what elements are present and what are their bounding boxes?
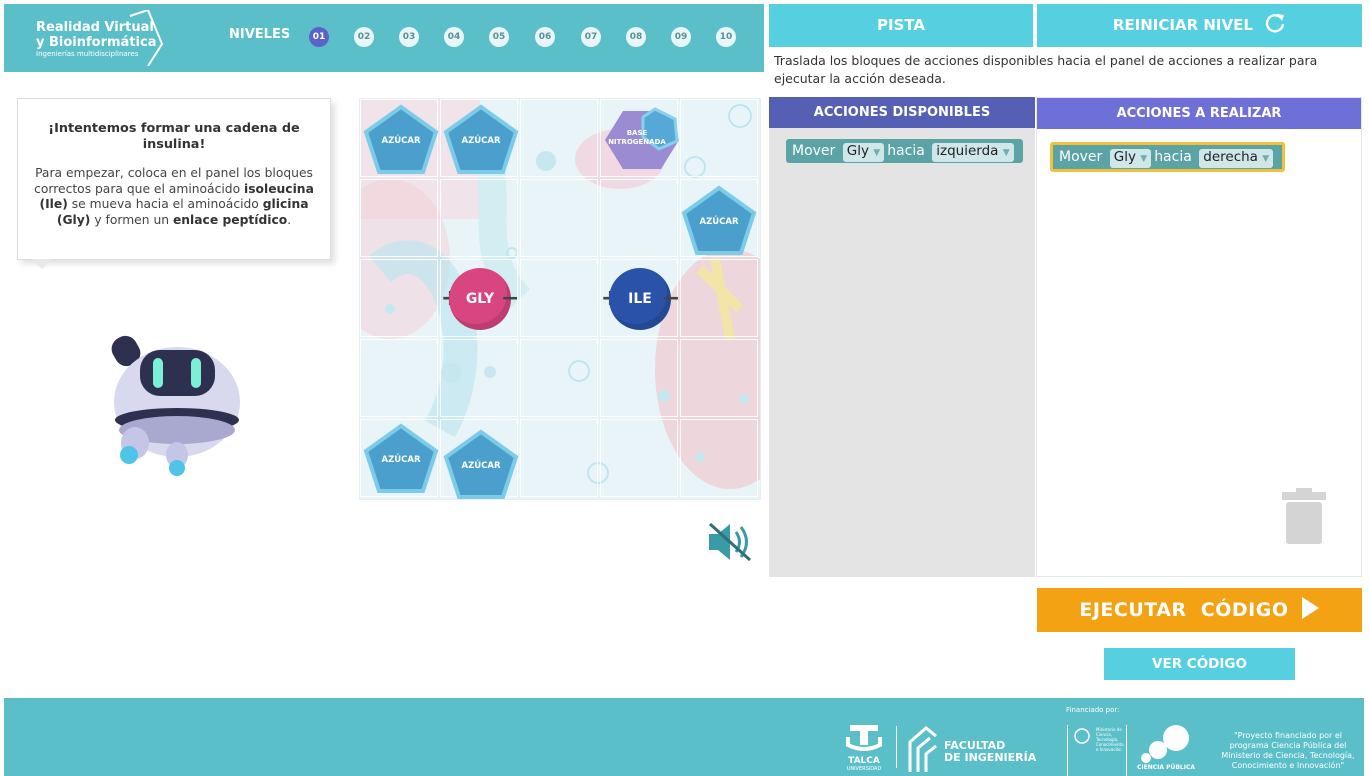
talca-sub-label: UNIVERSIDAD [846, 766, 882, 772]
level-button-03[interactable]: 03 [399, 27, 419, 47]
action-block-move-left[interactable]: Mover Gly ▼ hacia izquierda ▼ [786, 139, 1023, 163]
funded-by-label: Financiado por: [1066, 706, 1120, 714]
subject-dropdown[interactable]: Gly ▼ [1109, 149, 1152, 168]
project-funding-note: "Proyecto financiado por el programa Cie… [1221, 731, 1355, 770]
view-code-button[interactable]: VER CÓDIGO [1104, 648, 1295, 680]
faculty-name: FACULTAD DE INGENIERÍA [944, 739, 1037, 764]
dropdown-arrow-icon: ▼ [1140, 154, 1148, 164]
level-button-06[interactable]: 06 [535, 27, 555, 47]
board-cell [600, 339, 678, 417]
direction-dropdown[interactable]: izquierda ▼ [932, 143, 1014, 162]
logo-title-1: Realidad Virtual [36, 20, 154, 35]
play-icon [1301, 597, 1319, 619]
block-verb: Mover [792, 143, 836, 159]
footer-divider [896, 726, 897, 768]
board-cell [360, 179, 438, 257]
board-cell [520, 179, 598, 257]
dropdown-arrow-icon: ▼ [873, 148, 881, 158]
sugar-label: AZÚCAR [461, 461, 501, 471]
sugar-piece: AZÚCAR [681, 185, 757, 255]
bubble-text: Para empezar, coloca en el panel los blo… [34, 166, 314, 227]
logo-title-2: y Bioinformática [36, 35, 157, 50]
available-actions-panel: ACCIONES DISPONIBLES Mover Gly ▼ hacia iz… [769, 97, 1035, 577]
sugar-label: AZÚCAR [381, 136, 421, 146]
sugar-piece: AZÚCAR [443, 429, 519, 499]
available-actions-title: ACCIONES DISPONIBLES [769, 97, 1035, 128]
level-button-04[interactable]: 04 [444, 27, 464, 47]
talca-label: TALCA [848, 756, 880, 766]
board-cell [680, 259, 758, 337]
speech-bubble: ¡Intentemos formar una cadena de insulin… [17, 98, 331, 260]
block-prep: hacia [887, 143, 925, 159]
dropdown-arrow-icon: ▼ [1002, 148, 1010, 158]
board-cell [680, 99, 758, 177]
bubble-title: ¡Intentemos formar una cadena de insulin… [48, 121, 300, 152]
ciencia-publica-logo-icon [1141, 725, 1189, 763]
execute-label: EJECUTAR CÓDIGO [1079, 599, 1289, 621]
board-cell [520, 99, 598, 177]
app-logo: Realidad Virtual y Bioinformática Ingeni… [30, 10, 170, 66]
trash-icon[interactable] [1282, 488, 1326, 546]
level-button-05[interactable]: 05 [489, 27, 509, 47]
sugar-label: AZÚCAR [381, 455, 421, 465]
level-button-09[interactable]: 09 [671, 27, 691, 47]
board-cell [360, 339, 438, 417]
hint-button[interactable]: PISTA [769, 4, 1033, 47]
board-cell [440, 339, 518, 417]
direction-dropdown[interactable]: derecha ▼ [1199, 149, 1274, 168]
sugar-piece: AZÚCAR [443, 104, 519, 174]
board-cell [600, 179, 678, 257]
nitrogen-base-piece: BASE NITROGENADA [603, 107, 681, 173]
sugar-label: AZÚCAR [699, 217, 739, 227]
ministry-logo: Ministerio de Ciencia, Tecnología, Conoc… [1067, 725, 1127, 776]
logo-subtitle: Ingenierías multidisciplinares [36, 50, 139, 58]
sugar-label: AZÚCAR [461, 136, 501, 146]
footer: TALCA UNIVERSIDAD FACULTAD DE INGENIERÍA … [4, 698, 1364, 776]
board-cell [520, 419, 598, 497]
board-cell [680, 419, 758, 497]
execute-code-button[interactable]: EJECUTAR CÓDIGO [1037, 588, 1362, 632]
instructions-text: Traslada los bloques de acciones disponi… [774, 53, 1318, 86]
mute-icon[interactable] [706, 520, 754, 564]
restart-level-button[interactable]: REINICIAR NIVEL [1037, 4, 1362, 47]
board-cell [440, 179, 518, 257]
hint-label: PISTA [876, 16, 926, 34]
minus-icon: − [662, 286, 681, 311]
game-board: AZÚCAR AZÚCAR AZÚCAR AZÚCAR AZÚCAR BASE … [359, 98, 761, 500]
robot-mascot-icon [111, 335, 240, 476]
sugar-piece: AZÚCAR [363, 104, 439, 174]
restart-icon [1266, 14, 1285, 33]
actions-to-perform-title: ACCIONES A REALIZAR [1037, 98, 1361, 129]
minus-icon: − [501, 286, 520, 311]
faculty-logo-icon [908, 726, 937, 772]
level-button-07[interactable]: 07 [581, 27, 601, 47]
nitrogen-base-label: BASE NITROGENADA [608, 129, 666, 146]
board-cell [680, 339, 758, 417]
level-button-08[interactable]: 08 [626, 27, 646, 47]
bubble-tail [32, 259, 52, 269]
subject-dropdown[interactable]: Gly ▼ [842, 143, 885, 162]
chile-crest-icon [1074, 728, 1090, 744]
actions-to-perform-panel: ACCIONES A REALIZAR Mover Gly ▼ hacia der… [1036, 97, 1362, 577]
block-verb: Mover [1059, 149, 1103, 165]
restart-label: REINICIAR NIVEL [1112, 16, 1253, 34]
board-cell [600, 419, 678, 497]
level-button-01[interactable]: 01 [309, 27, 329, 47]
board-cell [360, 259, 438, 337]
board-cell [520, 259, 598, 337]
level-button-02[interactable]: 02 [354, 27, 374, 47]
sugar-piece: AZÚCAR [363, 423, 439, 493]
board-cell [520, 339, 598, 417]
level-button-10[interactable]: 10 [716, 27, 736, 47]
block-prep: hacia [1154, 149, 1192, 165]
action-block-move-right[interactable]: Mover Gly ▼ hacia derecha ▼ [1050, 142, 1286, 172]
ciencia-publica-label: CIENCIA PÚBLICA [1136, 764, 1196, 771]
levels-label: NIVELES [229, 27, 291, 42]
dropdown-arrow-icon: ▼ [1262, 154, 1270, 164]
